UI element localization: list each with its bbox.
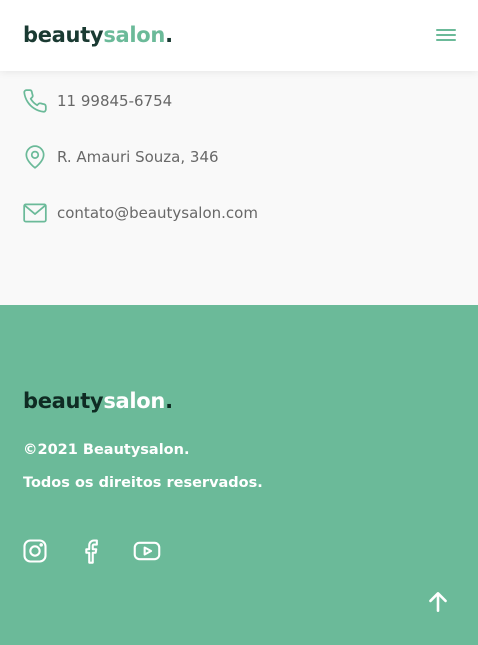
contact-email[interactable]: contato@beautysalon.com — [22, 198, 258, 228]
copyright-text: ©2021 Beautysalon. — [23, 442, 190, 458]
logo-dot: . — [165, 23, 173, 47]
email-text: contato@beautysalon.com — [57, 204, 258, 222]
hamburger-menu-icon[interactable] — [434, 26, 458, 44]
menu-line — [436, 34, 456, 36]
logo-part-beauty: beauty — [23, 23, 104, 47]
site-header: beautysalon. — [0, 0, 478, 71]
contact-section: 11 99845-6754 R. Amauri Souza, 346 conta… — [0, 71, 478, 305]
logo-part-salon: salon — [103, 389, 166, 413]
arrow-up-icon[interactable] — [425, 589, 451, 615]
menu-line — [436, 39, 456, 41]
logo-dot: . — [165, 389, 173, 413]
header-logo[interactable]: beautysalon. — [23, 21, 173, 49]
phone-number: 11 99845-6754 — [57, 92, 173, 110]
mail-icon — [23, 203, 47, 223]
logo-part-beauty: beauty — [23, 389, 104, 413]
contact-phone[interactable]: 11 99845-6754 — [22, 86, 172, 116]
footer-logo[interactable]: beautysalon. — [23, 387, 173, 415]
facebook-icon[interactable] — [77, 537, 105, 565]
menu-line — [436, 29, 456, 31]
phone-icon — [23, 89, 47, 113]
instagram-icon[interactable] — [21, 537, 49, 565]
contact-address[interactable]: R. Amauri Souza, 346 — [22, 142, 219, 172]
address-text: R. Amauri Souza, 346 — [57, 148, 219, 166]
logo-part-salon: salon — [103, 23, 166, 47]
map-pin-icon — [25, 145, 45, 169]
youtube-icon[interactable] — [133, 537, 161, 565]
rights-text: Todos os direitos reservados. — [23, 475, 263, 491]
site-footer: beautysalon. ©2021 Beautysalon. Todos os… — [0, 305, 478, 645]
